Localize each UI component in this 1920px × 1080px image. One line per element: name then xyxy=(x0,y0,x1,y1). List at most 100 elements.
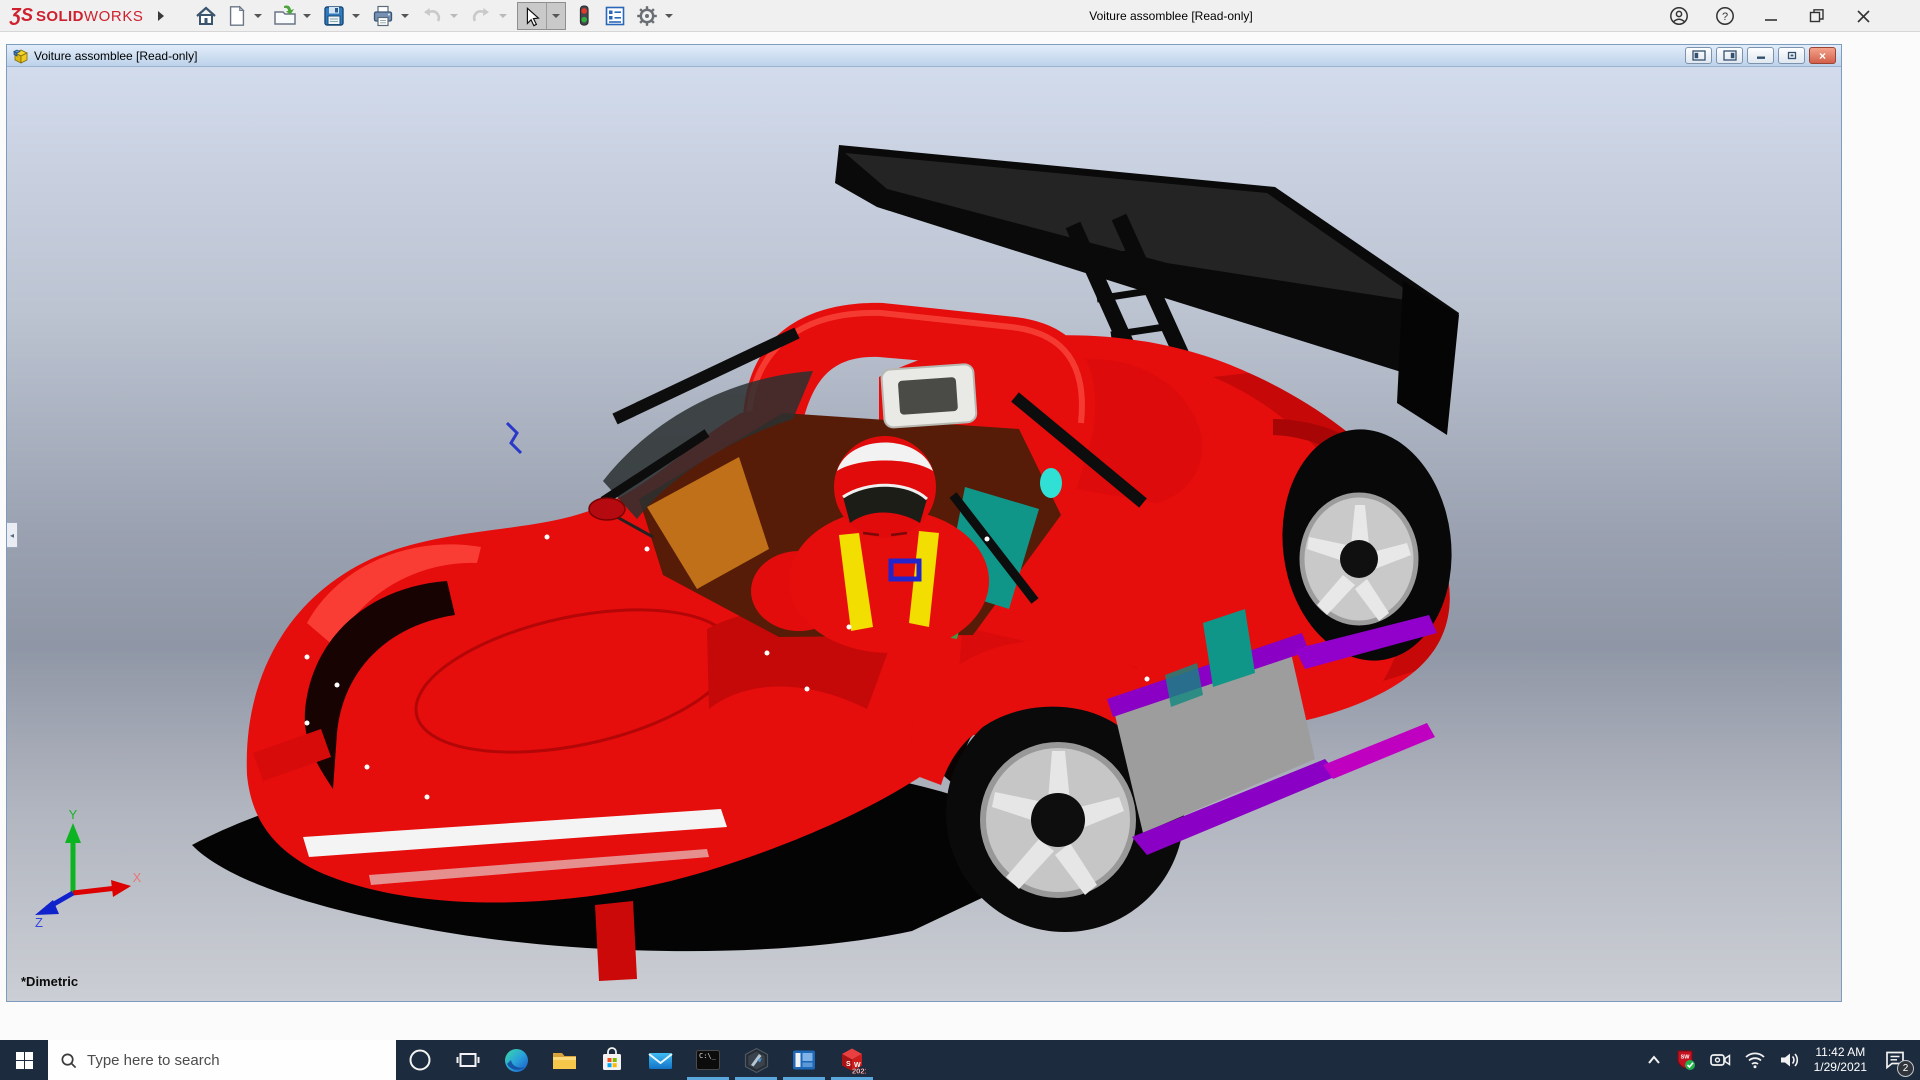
new-document-dropdown[interactable] xyxy=(253,13,262,18)
redo-dropdown[interactable] xyxy=(498,13,507,18)
document-title: Voiture assomblee [Read-only] xyxy=(34,48,198,63)
volume-icon[interactable] xyxy=(1779,1051,1801,1069)
taskbar-hexagon-app-button[interactable] xyxy=(732,1040,780,1080)
svg-text:2021: 2021 xyxy=(852,1067,866,1075)
save-icon xyxy=(323,5,344,26)
task-view-button[interactable] xyxy=(444,1040,492,1080)
print-button[interactable] xyxy=(368,2,398,30)
close-button[interactable] xyxy=(1852,5,1874,27)
taskbar-clock[interactable]: 11:42 AM 1/29/2021 xyxy=(1814,1045,1867,1075)
undo-dropdown[interactable] xyxy=(449,13,458,18)
panel-collapse-arrow[interactable]: ◂ xyxy=(7,522,18,548)
doc-close-button[interactable]: × xyxy=(1809,47,1836,64)
terminal-icon: C:\_ xyxy=(696,1050,720,1070)
taskbar-store-button[interactable] xyxy=(588,1040,636,1080)
svg-text:C:\_: C:\_ xyxy=(699,1052,717,1060)
file-properties-button[interactable] xyxy=(600,2,630,30)
taskbar-terminal-button[interactable]: C:\_ xyxy=(684,1040,732,1080)
search-input[interactable] xyxy=(87,1051,347,1069)
options-button[interactable] xyxy=(632,2,662,30)
clock-time: 11:42 AM xyxy=(1815,1045,1866,1059)
select-tool-group xyxy=(516,1,566,31)
restore-button[interactable] xyxy=(1806,5,1828,27)
new-document-icon xyxy=(229,5,245,26)
action-center-button[interactable]: 2 xyxy=(1880,1045,1914,1077)
options-dropdown[interactable] xyxy=(664,13,673,18)
taskbar-search[interactable] xyxy=(48,1040,396,1080)
help-icon: ? xyxy=(1716,7,1734,25)
doc-restore-button[interactable] xyxy=(1778,47,1805,64)
open-icon xyxy=(273,5,296,25)
pane-right-icon xyxy=(1722,50,1737,61)
svg-text:SW: SW xyxy=(1680,1055,1690,1061)
task-view-icon xyxy=(456,1053,480,1067)
tray-chevron-icon[interactable] xyxy=(1645,1053,1663,1067)
minimize-icon xyxy=(1765,19,1777,21)
system-tray: SW 11:42 AM 1/29/2021 2 xyxy=(1645,1040,1920,1080)
start-button[interactable] xyxy=(0,1040,48,1080)
app-window-title: Voiture assomblee [Read-only] xyxy=(1089,9,1253,23)
redo-icon xyxy=(472,7,489,22)
meet-now-icon[interactable] xyxy=(1709,1051,1731,1069)
new-document-button[interactable] xyxy=(223,2,251,30)
doc-minimize-button[interactable] xyxy=(1747,47,1774,64)
save-button[interactable] xyxy=(319,2,349,30)
wifi-icon[interactable] xyxy=(1744,1051,1766,1069)
intake-box xyxy=(880,363,978,429)
save-dropdown[interactable] xyxy=(351,13,360,18)
open-button[interactable] xyxy=(270,2,300,30)
taskbar-media-app-button[interactable] xyxy=(780,1040,828,1080)
solidworks-logo-solid: SOLID xyxy=(36,8,84,25)
notification-badge: 2 xyxy=(1897,1060,1914,1077)
undo-button[interactable] xyxy=(417,2,447,30)
triad-y-label: Y xyxy=(69,809,78,822)
hexagon-app-icon xyxy=(744,1047,768,1073)
svg-text:?: ? xyxy=(1722,11,1728,23)
doc-pane-left-button[interactable] xyxy=(1685,47,1712,64)
screen: ƷS SOLID WORKS Voiture assomblee [Read-o… xyxy=(0,0,1920,1080)
taskbar-mail-button[interactable] xyxy=(636,1040,684,1080)
print-dropdown[interactable] xyxy=(400,13,409,18)
rebuild-button[interactable] xyxy=(570,2,598,30)
account-button[interactable] xyxy=(1668,5,1690,27)
help-button[interactable]: ? xyxy=(1714,5,1736,27)
taskbar-edge-button[interactable] xyxy=(492,1040,540,1080)
select-tool-dropdown[interactable] xyxy=(545,2,565,29)
select-tool-button[interactable] xyxy=(518,3,546,31)
logo-expand-arrow-icon[interactable] xyxy=(157,10,164,21)
solidworks-tray-icon[interactable]: SW xyxy=(1676,1049,1696,1071)
quick-access-toolbar xyxy=(190,1,680,31)
close-icon xyxy=(1856,9,1870,23)
minimize-button[interactable] xyxy=(1760,5,1782,27)
solidworks-logo-glyph: ƷS xyxy=(10,5,34,25)
file-properties-icon xyxy=(605,6,624,25)
home-icon xyxy=(195,6,216,25)
doc-minimize-icon xyxy=(1756,56,1765,59)
graphics-viewport[interactable]: ◂ Y X Z *Dimetric xyxy=(7,67,1841,1001)
options-gear-icon xyxy=(636,5,657,26)
media-app-icon xyxy=(793,1050,815,1070)
home-button[interactable] xyxy=(191,2,221,30)
clock-date: 1/29/2021 xyxy=(1813,1060,1867,1074)
redo-button[interactable] xyxy=(466,2,496,30)
triad-z-label: Z xyxy=(35,915,43,927)
document-window: Voiture assomblee [Read-only] × ◂ Y X Z … xyxy=(6,44,1842,1002)
app-window-controls: ? xyxy=(1668,0,1874,32)
reference-triad: Y X Z xyxy=(35,809,142,927)
taskbar: C:\_ xyxy=(0,1040,1920,1080)
restore-icon xyxy=(1809,9,1824,23)
taskbar-solidworks-button[interactable]: S W 2021 xyxy=(828,1040,876,1080)
solidworks-logo: ƷS SOLID WORKS xyxy=(10,5,144,26)
car-model xyxy=(192,145,1459,981)
cortana-button[interactable] xyxy=(396,1040,444,1080)
taskbar-file-explorer-button[interactable] xyxy=(540,1040,588,1080)
view-orientation-label: *Dimetric xyxy=(21,974,79,989)
open-dropdown[interactable] xyxy=(302,13,311,18)
file-explorer-icon xyxy=(552,1052,576,1069)
svg-text:S: S xyxy=(846,1061,851,1068)
triad-x-label: X xyxy=(133,870,142,885)
doc-pane-right-button[interactable] xyxy=(1716,47,1743,64)
solidworks-logo-works: WORKS xyxy=(83,8,144,25)
select-arrow-icon xyxy=(526,6,540,27)
document-titlebar[interactable]: Voiture assomblee [Read-only] × xyxy=(7,45,1841,67)
